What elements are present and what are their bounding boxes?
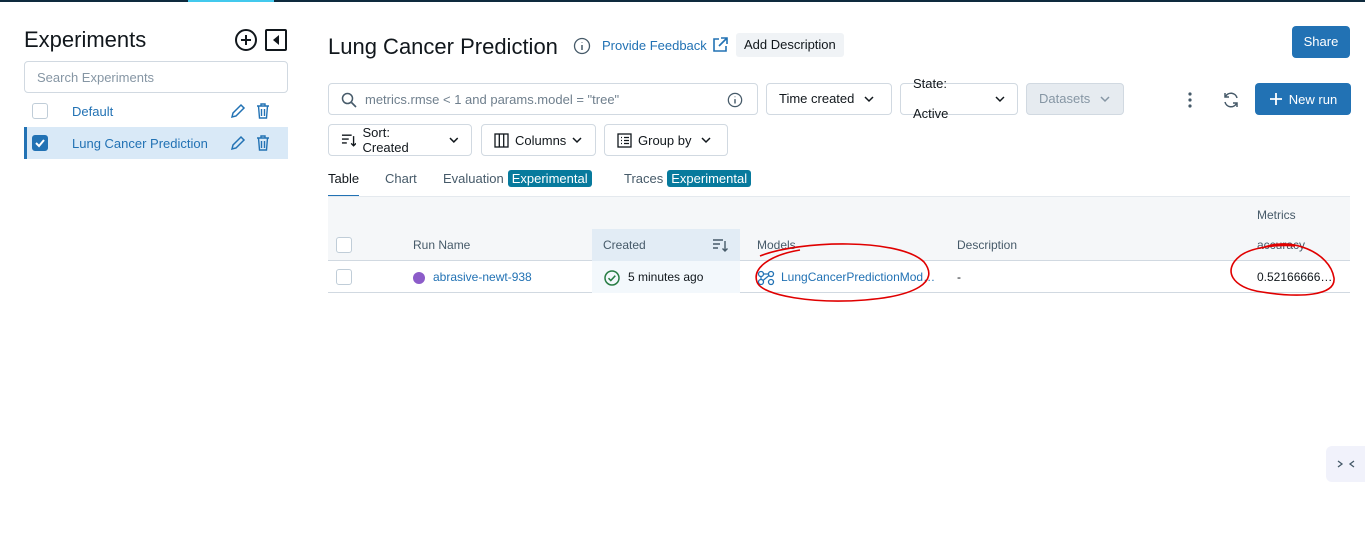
time-created-label: Time created (779, 91, 855, 106)
chevron-down-icon (449, 137, 459, 143)
state-dropdown[interactable]: State: Active (900, 76, 1018, 121)
experiment-actions (230, 103, 270, 119)
column-header-run-name[interactable]: Run Name (413, 229, 470, 261)
tab-traces-label: Traces (624, 171, 664, 186)
tab-evaluation[interactable]: Evaluation Experimental (443, 170, 592, 197)
group-by-icon (617, 132, 632, 148)
refresh-icon[interactable] (1222, 91, 1240, 109)
sort-label: Sort: Created (362, 125, 409, 155)
experiments-sidebar: Experiments Default Lung Cancer Predicti… (24, 24, 288, 159)
columns-dropdown[interactable]: Columns (481, 124, 596, 156)
chevron-down-icon (701, 137, 712, 144)
sidebar-actions (234, 28, 288, 52)
sort-dropdown[interactable]: Sort: Created (328, 124, 472, 156)
description-cell: - (957, 270, 961, 284)
search-icon (341, 92, 357, 108)
sort-descending-icon[interactable] (712, 237, 728, 253)
page-title: Lung Cancer Prediction (328, 34, 558, 59)
datasets-label: Datasets (1039, 91, 1091, 106)
active-nav-indicator (188, 0, 274, 2)
sidebar-header: Experiments (24, 24, 288, 56)
new-run-button[interactable]: New run (1255, 83, 1351, 115)
table-header: Run Name Created Models Description accu… (328, 229, 1350, 261)
experiment-item-lung-cancer-prediction[interactable]: Lung Cancer Prediction (24, 127, 288, 159)
search-experiments-input[interactable] (24, 61, 288, 93)
column-group-header: Metrics (328, 196, 1350, 230)
chevron-down-icon (864, 96, 874, 103)
experiment-item-default[interactable]: Default (24, 95, 288, 127)
created-cell: 5 minutes ago (604, 261, 703, 293)
row-checkbox[interactable] (336, 269, 352, 285)
sort-icon (341, 134, 357, 147)
top-nav-bar (0, 0, 1365, 2)
assistant-toggle-button[interactable] (1326, 446, 1365, 482)
runs-table: Metrics Run Name Created Models Descript… (328, 196, 1350, 294)
tab-table[interactable]: Table (328, 171, 360, 197)
collapse-sidebar-icon[interactable] (264, 28, 288, 52)
experiment-list: Default Lung Cancer Prediction (24, 95, 288, 159)
search-runs-input[interactable]: metrics.rmse < 1 and params.model = "tre… (328, 83, 758, 115)
column-header-created[interactable]: Created (603, 229, 646, 261)
add-description-button[interactable]: Add Description (736, 33, 844, 57)
experiment-checkbox[interactable] (32, 135, 48, 151)
models-cell: LungCancerPredictionMod… (757, 261, 935, 293)
tab-evaluation-label: Evaluation (443, 171, 504, 186)
column-header-description[interactable]: Description (957, 229, 1017, 261)
experimental-badge: Experimental (667, 170, 752, 187)
more-options-icon[interactable] (1181, 91, 1199, 109)
collapse-arrows-icon (1337, 460, 1354, 468)
column-header-models[interactable]: Models (757, 229, 796, 261)
experiment-label[interactable]: Lung Cancer Prediction (72, 136, 208, 151)
search-placeholder: metrics.rmse < 1 and params.model = "tre… (365, 92, 620, 107)
share-button[interactable]: Share (1292, 26, 1350, 58)
columns-icon (494, 132, 509, 148)
accuracy-cell: 0.52166666… (1257, 270, 1333, 284)
edit-icon[interactable] (230, 135, 246, 151)
external-link-icon[interactable] (712, 37, 728, 53)
columns-label: Columns (515, 132, 567, 148)
experiment-actions (230, 135, 270, 151)
tab-traces[interactable]: Traces Experimental (624, 170, 752, 197)
chevron-down-icon (995, 96, 1005, 103)
column-header-accuracy[interactable]: accuracy (1257, 229, 1305, 261)
provide-feedback-link[interactable]: Provide Feedback (602, 38, 707, 53)
chevron-down-icon (1100, 96, 1110, 103)
group-by-label: Group by (638, 132, 692, 148)
created-time: 5 minutes ago (628, 270, 704, 284)
datasets-dropdown[interactable]: Datasets (1026, 83, 1124, 115)
delete-icon[interactable] (256, 103, 270, 119)
table-row[interactable]: abrasive-newt-938 5 minutes ago LungCanc… (328, 261, 1350, 293)
edit-icon[interactable] (230, 103, 246, 119)
run-name-cell: abrasive-newt-938 (413, 261, 532, 293)
chevron-down-icon (572, 137, 582, 144)
select-all-checkbox[interactable] (336, 237, 352, 253)
time-created-dropdown[interactable]: Time created (766, 83, 892, 115)
model-link[interactable]: LungCancerPredictionMod… (781, 270, 935, 284)
info-icon[interactable] (573, 37, 591, 55)
experiment-label[interactable]: Default (72, 104, 113, 119)
experimental-badge: Experimental (507, 170, 592, 187)
search-info-icon[interactable] (727, 92, 743, 108)
add-experiment-icon[interactable] (234, 28, 258, 52)
model-icon (757, 270, 775, 285)
new-run-label: New run (1288, 91, 1338, 107)
run-name-link[interactable]: abrasive-newt-938 (433, 270, 532, 284)
group-by-dropdown[interactable]: Group by (604, 124, 728, 156)
run-color-dot[interactable] (413, 271, 425, 284)
sidebar-title: Experiments (24, 27, 147, 52)
success-check-icon (604, 270, 620, 286)
tab-chart[interactable]: Chart (385, 171, 417, 197)
metrics-group-label: Metrics (1257, 208, 1296, 222)
experiment-checkbox[interactable] (32, 103, 48, 119)
state-label: State: Active (913, 76, 949, 121)
delete-icon[interactable] (256, 135, 270, 151)
plus-icon (1269, 93, 1282, 105)
